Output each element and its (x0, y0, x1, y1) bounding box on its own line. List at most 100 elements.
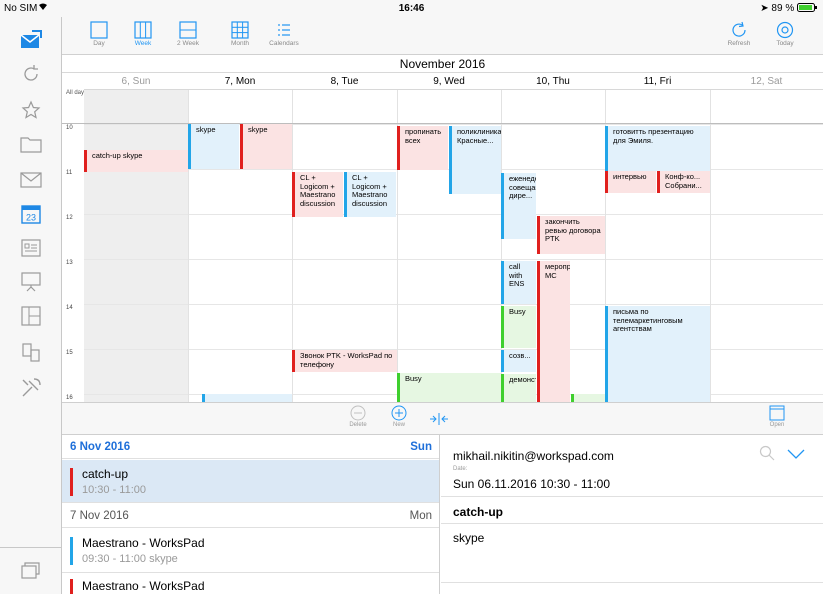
calendar-event[interactable]: Busy (397, 373, 501, 402)
calendar-event[interactable]: skype (240, 124, 292, 169)
hour-label: 11 (66, 170, 73, 176)
calendar-event[interactable]: интервью (605, 171, 656, 193)
calendar-app-icon[interactable]: 23 (16, 201, 46, 227)
calendar-event[interactable]: skype (188, 124, 239, 169)
agenda-item-time: 10:30 - 11:00 (82, 484, 147, 496)
refresh-button[interactable]: Refresh (716, 19, 762, 53)
envelope-icon[interactable] (16, 167, 46, 193)
star-icon[interactable] (16, 97, 46, 123)
day-header-wed[interactable]: 9, Wed (397, 73, 501, 90)
month-view-button[interactable]: Month (217, 19, 263, 53)
open-button[interactable]: Open (762, 405, 792, 428)
divider (292, 90, 293, 123)
delete-button[interactable]: Delete (338, 405, 378, 428)
week-time-grid[interactable]: 10 11 12 13 14 15 16 catch-up skype skyp… (62, 124, 823, 402)
calendar-event[interactable]: Busy (501, 306, 536, 348)
calendar-event[interactable]: Конф-ко... Собрани... (657, 171, 710, 193)
battery-indicator: ➤ 89 % (760, 0, 817, 17)
day-view-button[interactable]: Day (76, 19, 122, 53)
day-header-mon[interactable]: 7, Mon (188, 73, 292, 90)
calendar-event[interactable]: готовитть презентацию для Эмиля. (605, 126, 710, 171)
account-email: mikhail.nikitin@workspad.com (453, 449, 614, 463)
two-week-view-button[interactable]: 2 Week (165, 19, 211, 53)
calendar-event[interactable]: CL + Logicom + Maestrano discussion (344, 172, 396, 217)
sync-icon[interactable] (16, 61, 46, 87)
all-day-label: All day (66, 90, 85, 96)
calendar-event[interactable]: демонстраци (501, 374, 536, 402)
calendar-event[interactable]: закончить ревью договора PTK (537, 216, 605, 254)
clock: 16:46 (398, 3, 425, 14)
two-week-view-label: 2 Week (177, 40, 199, 47)
day-header-sat[interactable]: 12, Sat (710, 73, 823, 90)
day-header-tue[interactable]: 8, Tue (292, 73, 397, 90)
new-label: New (392, 422, 405, 428)
month-view-icon (231, 21, 249, 39)
day-header-sun[interactable]: 6, Sun (84, 73, 188, 90)
hour-label: 10 (66, 125, 73, 131)
calendar-event[interactable]: еженедельное совещание... дире... (501, 173, 536, 239)
agenda-weekday: Sun (410, 441, 432, 453)
detail-header: mikhail.nikitin@workspad.com Date: Sun 0… (441, 435, 823, 497)
chevron-down-icon[interactable] (787, 447, 805, 465)
agenda-item-title: catch-up (82, 467, 129, 481)
calendar-event[interactable]: пропинать всех (397, 126, 448, 170)
event-location: skype (453, 531, 485, 545)
calendar-event[interactable]: мероприятие МС (537, 261, 570, 402)
agenda-item[interactable]: Maestrano - WorksPad (62, 574, 439, 594)
calendar-event[interactable]: созв... (501, 350, 536, 372)
plus-circle-icon (391, 405, 407, 421)
hour-line (84, 214, 823, 215)
detail-title-row: catch-up (441, 498, 823, 524)
contacts-icon[interactable] (16, 235, 46, 261)
open-window-icon (769, 405, 785, 421)
mail-app-icon[interactable] (16, 27, 46, 53)
day-header-fri[interactable]: 11, Fri (605, 73, 710, 90)
calendars-label: Calendars (269, 40, 299, 47)
all-day-row[interactable] (62, 90, 823, 124)
windows-icon[interactable] (16, 557, 46, 583)
divider (501, 90, 502, 123)
week-view-button[interactable]: Week (120, 19, 166, 53)
calendar-event[interactable]: Звонок PTK - WorksPad по телефону (292, 350, 397, 372)
agenda-date-header: 6 Nov 2016 Sun (62, 435, 439, 459)
new-event-button[interactable]: New (382, 405, 416, 428)
date-field-label: Date: (453, 466, 468, 472)
refresh-icon (732, 21, 746, 37)
divider (605, 90, 606, 123)
calendar-event[interactable] (571, 394, 605, 402)
calendars-button[interactable]: Calendars (261, 19, 307, 53)
month-title: November 2016 (62, 55, 823, 73)
calendar-event[interactable]: письма по телемаркетинговым агентствам (605, 306, 710, 402)
tools-icon[interactable] (16, 375, 46, 401)
event-color-bar (70, 468, 73, 496)
hour-label: 13 (66, 260, 73, 266)
minus-circle-icon (350, 405, 366, 421)
hour-label: 12 (66, 215, 73, 221)
today-button[interactable]: Today (762, 19, 808, 53)
calendar-event[interactable]: call with ENS (501, 261, 536, 304)
presentation-icon[interactable] (16, 269, 46, 295)
folder-icon[interactable] (16, 131, 46, 157)
today-label: Today (776, 40, 794, 47)
date-value: Sun 06.11.2016 10:30 - 11:00 (453, 477, 611, 491)
devices-icon[interactable] (16, 339, 46, 365)
hour-line (84, 259, 823, 260)
battery-percent: 89 % (771, 3, 795, 14)
calendar-event[interactable]: catch-up skype (84, 150, 188, 172)
calendar-event[interactable]: поликлиника Красные... (449, 126, 501, 194)
agenda-item[interactable]: catch-up 10:30 - 11:00 (62, 460, 439, 503)
svg-text:23: 23 (26, 213, 36, 223)
split-arrows-icon (430, 413, 448, 425)
resize-split-handle[interactable] (428, 412, 450, 430)
calendar-event[interactable] (202, 394, 292, 402)
layout-panels-icon[interactable] (16, 303, 46, 329)
event-color-bar (70, 537, 73, 565)
hour-line (84, 349, 823, 350)
hour-label: 16 (66, 395, 73, 401)
calendar-event[interactable]: CL + Logicom + Maestrano discussion (292, 172, 343, 217)
agenda-item[interactable]: Maestrano - WorksPad 09:30 - 11:00 skype (62, 529, 439, 573)
search-icon[interactable] (759, 445, 775, 466)
two-week-view-icon (179, 21, 197, 39)
today-icon (776, 21, 794, 39)
day-header-thu[interactable]: 10, Thu (501, 73, 605, 90)
